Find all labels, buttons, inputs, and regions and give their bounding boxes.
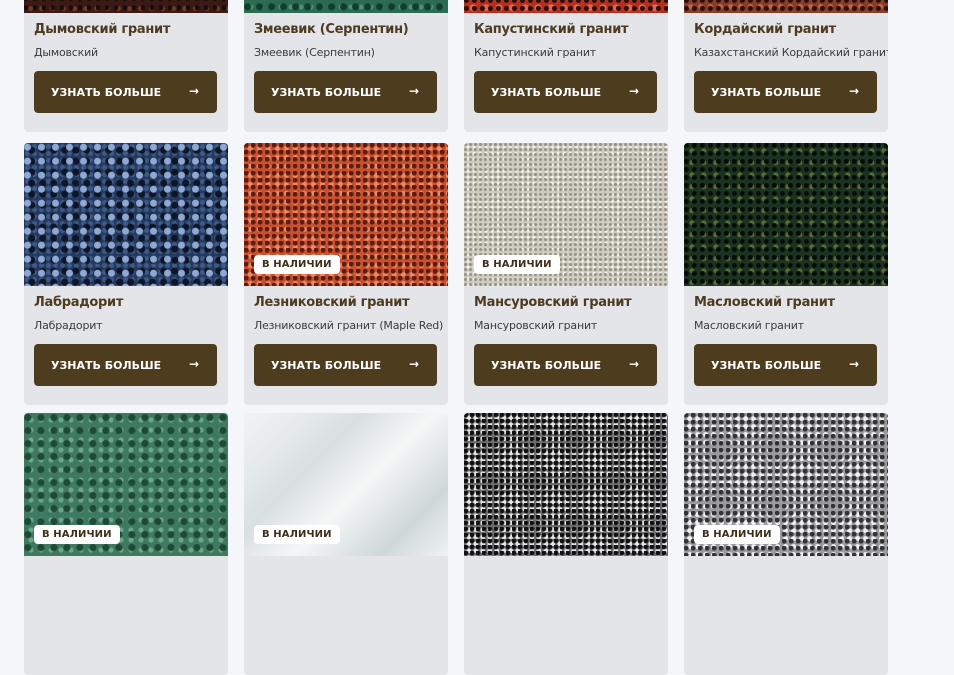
product-subtitle: Капустинский гранит	[474, 46, 596, 59]
arrow-right-icon: →	[628, 357, 639, 371]
button-label: УЗНАТЬ БОЛЬШЕ	[711, 358, 822, 372]
in-stock-badge: В НАЛИЧИИ	[694, 525, 780, 544]
learn-more-button[interactable]: УЗНАТЬ БОЛЬШЕ →	[34, 344, 217, 386]
product-title[interactable]: Лезниковский гранит	[254, 295, 410, 310]
button-label: УЗНАТЬ БОЛЬШЕ	[271, 358, 382, 372]
stone-image-kapustinsky[interactable]	[464, 0, 668, 13]
in-stock-badge: В НАЛИЧИИ	[34, 525, 120, 544]
learn-more-button[interactable]: УЗНАТЬ БОЛЬШЕ →	[254, 71, 437, 113]
arrow-right-icon: →	[408, 357, 419, 371]
product-card[interactable]: Лабрадорит Лабрадорит УЗНАТЬ БОЛЬШЕ →	[24, 143, 228, 405]
product-card[interactable]: Кордайский гранит Казахстанский Кордайск…	[684, 0, 888, 132]
arrow-right-icon: →	[188, 84, 199, 98]
learn-more-button[interactable]: УЗНАТЬ БОЛЬШЕ →	[474, 71, 657, 113]
arrow-right-icon: →	[188, 357, 199, 371]
learn-more-button[interactable]: УЗНАТЬ БОЛЬШЕ →	[694, 344, 877, 386]
in-stock-badge: В НАЛИЧИИ	[474, 255, 560, 274]
stone-image-serpentine[interactable]	[244, 0, 448, 13]
product-grid: Дымовский гранит Дымовский УЗНАТЬ БОЛЬШЕ…	[24, 0, 894, 675]
stone-image-maslovsky[interactable]	[684, 143, 888, 286]
stone-image-labradorite[interactable]	[24, 143, 228, 286]
product-title[interactable]: Лабрадорит	[34, 295, 123, 310]
product-card[interactable]: Капустинский гранит Капустинский гранит …	[464, 0, 668, 132]
button-label: УЗНАТЬ БОЛЬШЕ	[491, 85, 602, 99]
button-label: УЗНАТЬ БОЛЬШЕ	[51, 85, 162, 99]
arrow-right-icon: →	[628, 84, 639, 98]
product-subtitle: Мансуровский гранит	[474, 319, 598, 332]
stone-image-salt-pepper-granite[interactable]	[464, 413, 668, 556]
learn-more-button[interactable]: УЗНАТЬ БОЛЬШЕ →	[34, 71, 217, 113]
arrow-right-icon: →	[408, 84, 419, 98]
button-label: УЗНАТЬ БОЛЬШЕ	[711, 85, 822, 99]
product-subtitle: Масловский гранит	[694, 319, 804, 332]
learn-more-button[interactable]: УЗНАТЬ БОЛЬШЕ →	[694, 71, 877, 113]
stone-image-dymovsky[interactable]	[24, 0, 228, 13]
button-label: УЗНАТЬ БОЛЬШЕ	[51, 358, 162, 372]
product-subtitle: Лабрадорит	[34, 319, 103, 332]
product-title[interactable]: Мансуровский гранит	[474, 295, 632, 310]
in-stock-badge: В НАЛИЧИИ	[254, 255, 340, 274]
product-title[interactable]: Дымовский гранит	[34, 22, 170, 37]
product-card[interactable]: Змеевик (Серпентин) Змеевик (Серпентин) …	[244, 0, 448, 132]
product-subtitle: Лезниковский гранит (Maple Red)	[254, 319, 444, 332]
button-label: УЗНАТЬ БОЛЬШЕ	[491, 358, 602, 372]
product-title[interactable]: Капустинский гранит	[474, 22, 629, 37]
in-stock-badge: В НАЛИЧИИ	[254, 525, 340, 544]
product-card[interactable]: В НАЛИЧИИ	[24, 413, 228, 675]
button-label: УЗНАТЬ БОЛЬШЕ	[271, 85, 382, 99]
stone-image-kordai[interactable]	[684, 0, 888, 13]
product-card[interactable]: В НАЛИЧИИ	[244, 413, 448, 675]
product-title[interactable]: Змеевик (Серпентин)	[254, 22, 409, 37]
arrow-right-icon: →	[848, 357, 859, 371]
learn-more-button[interactable]: УЗНАТЬ БОЛЬШЕ →	[474, 344, 657, 386]
product-card[interactable]: В НАЛИЧИИ Мансуровский гранит Мансуровск…	[464, 143, 668, 405]
product-subtitle: Дымовский	[34, 46, 98, 59]
product-card[interactable]: Масловский гранит Масловский гранит УЗНА…	[684, 143, 888, 405]
product-card[interactable]: Дымовский гранит Дымовский УЗНАТЬ БОЛЬШЕ…	[24, 0, 228, 132]
product-card[interactable]	[464, 413, 668, 675]
product-title[interactable]: Кордайский гранит	[694, 22, 836, 37]
product-card[interactable]: В НАЛИЧИИ Лезниковский гранит Лезниковск…	[244, 143, 448, 405]
product-card[interactable]: В НАЛИЧИИ	[684, 413, 888, 675]
product-subtitle: Казахстанский Кордайский гранит	[694, 46, 888, 59]
product-subtitle: Змеевик (Серпентин)	[254, 46, 375, 59]
product-title[interactable]: Масловский гранит	[694, 295, 835, 310]
arrow-right-icon: →	[848, 84, 859, 98]
learn-more-button[interactable]: УЗНАТЬ БОЛЬШЕ →	[254, 344, 437, 386]
